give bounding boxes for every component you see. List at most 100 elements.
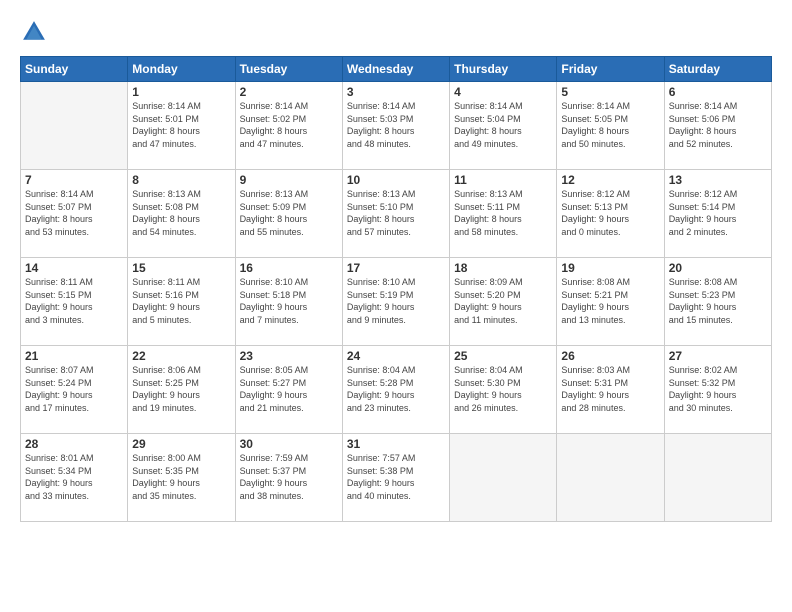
day-info: Sunrise: 8:14 AM Sunset: 5:02 PM Dayligh… <box>240 100 338 150</box>
logo-icon <box>20 18 48 46</box>
day-number: 30 <box>240 437 338 451</box>
calendar-cell: 25Sunrise: 8:04 AM Sunset: 5:30 PM Dayli… <box>450 346 557 434</box>
day-info: Sunrise: 8:14 AM Sunset: 5:07 PM Dayligh… <box>25 188 123 238</box>
day-info: Sunrise: 7:57 AM Sunset: 5:38 PM Dayligh… <box>347 452 445 502</box>
day-info: Sunrise: 8:04 AM Sunset: 5:30 PM Dayligh… <box>454 364 552 414</box>
day-info: Sunrise: 7:59 AM Sunset: 5:37 PM Dayligh… <box>240 452 338 502</box>
calendar-cell <box>450 434 557 522</box>
day-info: Sunrise: 8:14 AM Sunset: 5:04 PM Dayligh… <box>454 100 552 150</box>
day-info: Sunrise: 8:14 AM Sunset: 5:03 PM Dayligh… <box>347 100 445 150</box>
day-number: 27 <box>669 349 767 363</box>
day-number: 5 <box>561 85 659 99</box>
header <box>20 18 772 46</box>
day-info: Sunrise: 8:11 AM Sunset: 5:16 PM Dayligh… <box>132 276 230 326</box>
day-number: 8 <box>132 173 230 187</box>
calendar-cell: 16Sunrise: 8:10 AM Sunset: 5:18 PM Dayli… <box>235 258 342 346</box>
calendar-cell <box>21 82 128 170</box>
calendar-cell: 23Sunrise: 8:05 AM Sunset: 5:27 PM Dayli… <box>235 346 342 434</box>
calendar-cell: 29Sunrise: 8:00 AM Sunset: 5:35 PM Dayli… <box>128 434 235 522</box>
calendar-cell: 21Sunrise: 8:07 AM Sunset: 5:24 PM Dayli… <box>21 346 128 434</box>
day-info: Sunrise: 8:09 AM Sunset: 5:20 PM Dayligh… <box>454 276 552 326</box>
day-number: 4 <box>454 85 552 99</box>
day-number: 20 <box>669 261 767 275</box>
day-number: 29 <box>132 437 230 451</box>
day-info: Sunrise: 8:06 AM Sunset: 5:25 PM Dayligh… <box>132 364 230 414</box>
day-info: Sunrise: 8:12 AM Sunset: 5:13 PM Dayligh… <box>561 188 659 238</box>
page: SundayMondayTuesdayWednesdayThursdayFrid… <box>0 0 792 612</box>
calendar-cell: 6Sunrise: 8:14 AM Sunset: 5:06 PM Daylig… <box>664 82 771 170</box>
calendar-cell: 31Sunrise: 7:57 AM Sunset: 5:38 PM Dayli… <box>342 434 449 522</box>
day-header-friday: Friday <box>557 57 664 82</box>
day-info: Sunrise: 8:00 AM Sunset: 5:35 PM Dayligh… <box>132 452 230 502</box>
calendar-cell: 12Sunrise: 8:12 AM Sunset: 5:13 PM Dayli… <box>557 170 664 258</box>
day-number: 17 <box>347 261 445 275</box>
day-info: Sunrise: 8:14 AM Sunset: 5:06 PM Dayligh… <box>669 100 767 150</box>
day-number: 21 <box>25 349 123 363</box>
day-number: 2 <box>240 85 338 99</box>
calendar-cell: 13Sunrise: 8:12 AM Sunset: 5:14 PM Dayli… <box>664 170 771 258</box>
calendar-cell: 26Sunrise: 8:03 AM Sunset: 5:31 PM Dayli… <box>557 346 664 434</box>
week-row-1: 7Sunrise: 8:14 AM Sunset: 5:07 PM Daylig… <box>21 170 772 258</box>
calendar-cell: 28Sunrise: 8:01 AM Sunset: 5:34 PM Dayli… <box>21 434 128 522</box>
calendar-cell: 15Sunrise: 8:11 AM Sunset: 5:16 PM Dayli… <box>128 258 235 346</box>
day-header-saturday: Saturday <box>664 57 771 82</box>
day-header-wednesday: Wednesday <box>342 57 449 82</box>
day-header-thursday: Thursday <box>450 57 557 82</box>
day-header-monday: Monday <box>128 57 235 82</box>
day-info: Sunrise: 8:08 AM Sunset: 5:21 PM Dayligh… <box>561 276 659 326</box>
calendar-cell: 7Sunrise: 8:14 AM Sunset: 5:07 PM Daylig… <box>21 170 128 258</box>
calendar-cell <box>664 434 771 522</box>
day-number: 1 <box>132 85 230 99</box>
day-info: Sunrise: 8:08 AM Sunset: 5:23 PM Dayligh… <box>669 276 767 326</box>
calendar-cell: 5Sunrise: 8:14 AM Sunset: 5:05 PM Daylig… <box>557 82 664 170</box>
day-number: 24 <box>347 349 445 363</box>
day-info: Sunrise: 8:04 AM Sunset: 5:28 PM Dayligh… <box>347 364 445 414</box>
day-number: 19 <box>561 261 659 275</box>
day-info: Sunrise: 8:11 AM Sunset: 5:15 PM Dayligh… <box>25 276 123 326</box>
day-number: 12 <box>561 173 659 187</box>
day-info: Sunrise: 8:13 AM Sunset: 5:08 PM Dayligh… <box>132 188 230 238</box>
calendar-cell: 3Sunrise: 8:14 AM Sunset: 5:03 PM Daylig… <box>342 82 449 170</box>
calendar-cell: 18Sunrise: 8:09 AM Sunset: 5:20 PM Dayli… <box>450 258 557 346</box>
calendar-cell: 30Sunrise: 7:59 AM Sunset: 5:37 PM Dayli… <box>235 434 342 522</box>
calendar-cell: 24Sunrise: 8:04 AM Sunset: 5:28 PM Dayli… <box>342 346 449 434</box>
calendar-cell: 27Sunrise: 8:02 AM Sunset: 5:32 PM Dayli… <box>664 346 771 434</box>
day-number: 16 <box>240 261 338 275</box>
calendar-cell: 22Sunrise: 8:06 AM Sunset: 5:25 PM Dayli… <box>128 346 235 434</box>
day-number: 10 <box>347 173 445 187</box>
calendar-cell: 14Sunrise: 8:11 AM Sunset: 5:15 PM Dayli… <box>21 258 128 346</box>
calendar-cell: 19Sunrise: 8:08 AM Sunset: 5:21 PM Dayli… <box>557 258 664 346</box>
day-info: Sunrise: 8:10 AM Sunset: 5:19 PM Dayligh… <box>347 276 445 326</box>
day-number: 22 <box>132 349 230 363</box>
day-info: Sunrise: 8:02 AM Sunset: 5:32 PM Dayligh… <box>669 364 767 414</box>
week-row-4: 28Sunrise: 8:01 AM Sunset: 5:34 PM Dayli… <box>21 434 772 522</box>
day-number: 31 <box>347 437 445 451</box>
day-number: 23 <box>240 349 338 363</box>
day-info: Sunrise: 8:14 AM Sunset: 5:05 PM Dayligh… <box>561 100 659 150</box>
calendar-cell: 9Sunrise: 8:13 AM Sunset: 5:09 PM Daylig… <box>235 170 342 258</box>
day-number: 15 <box>132 261 230 275</box>
day-info: Sunrise: 8:13 AM Sunset: 5:11 PM Dayligh… <box>454 188 552 238</box>
calendar-cell: 4Sunrise: 8:14 AM Sunset: 5:04 PM Daylig… <box>450 82 557 170</box>
day-number: 14 <box>25 261 123 275</box>
day-number: 3 <box>347 85 445 99</box>
day-info: Sunrise: 8:13 AM Sunset: 5:10 PM Dayligh… <box>347 188 445 238</box>
calendar-cell: 8Sunrise: 8:13 AM Sunset: 5:08 PM Daylig… <box>128 170 235 258</box>
day-number: 7 <box>25 173 123 187</box>
calendar-cell: 20Sunrise: 8:08 AM Sunset: 5:23 PM Dayli… <box>664 258 771 346</box>
day-number: 18 <box>454 261 552 275</box>
day-info: Sunrise: 8:05 AM Sunset: 5:27 PM Dayligh… <box>240 364 338 414</box>
calendar-cell: 17Sunrise: 8:10 AM Sunset: 5:19 PM Dayli… <box>342 258 449 346</box>
day-number: 25 <box>454 349 552 363</box>
day-info: Sunrise: 8:10 AM Sunset: 5:18 PM Dayligh… <box>240 276 338 326</box>
day-number: 26 <box>561 349 659 363</box>
day-info: Sunrise: 8:13 AM Sunset: 5:09 PM Dayligh… <box>240 188 338 238</box>
day-info: Sunrise: 8:07 AM Sunset: 5:24 PM Dayligh… <box>25 364 123 414</box>
day-info: Sunrise: 8:12 AM Sunset: 5:14 PM Dayligh… <box>669 188 767 238</box>
day-number: 28 <box>25 437 123 451</box>
day-number: 9 <box>240 173 338 187</box>
day-number: 13 <box>669 173 767 187</box>
week-row-3: 21Sunrise: 8:07 AM Sunset: 5:24 PM Dayli… <box>21 346 772 434</box>
day-info: Sunrise: 8:14 AM Sunset: 5:01 PM Dayligh… <box>132 100 230 150</box>
day-number: 11 <box>454 173 552 187</box>
